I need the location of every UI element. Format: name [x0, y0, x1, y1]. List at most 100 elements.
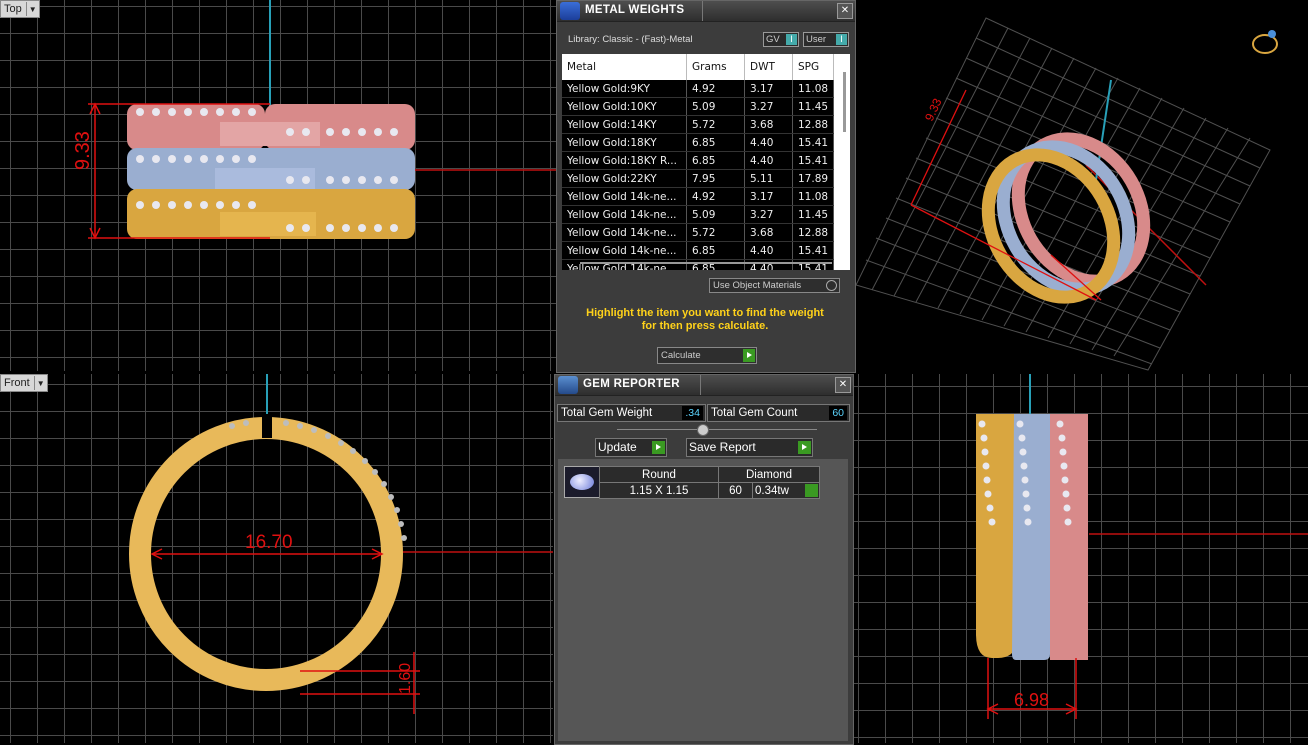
flask-icon: [560, 2, 580, 20]
metal-cell: Yellow Gold 14k-ne...: [562, 205, 687, 224]
table-row[interactable]: Yellow Gold:9KY 4.92 3.17 11.08: [562, 80, 834, 98]
close-icon[interactable]: ✕: [837, 3, 853, 19]
metal-cell: Yellow Gold:14KY: [562, 115, 687, 134]
calculate-hint: Highlight the item you want to find the …: [572, 307, 838, 333]
metal-cell: Yellow Gold 14k-ne...: [562, 223, 687, 242]
gem-type: Diamond: [718, 466, 820, 483]
gem-table[interactable]: Round Diamond 1.15 X 1.15 60 0.34tw: [599, 466, 820, 499]
metal-cell: Yellow Gold:18KY R...: [562, 151, 687, 170]
total-gem-weight-label: Total Gem Weight: [561, 407, 653, 419]
perspective-drawing: 9.33: [856, 17, 1278, 371]
splitter-handle[interactable]: [697, 424, 709, 436]
metal-weights-table[interactable]: Metal Grams DWT SPG Yellow Gold:9KY 4.92 3…: [562, 54, 850, 270]
spg-cell: 11.45: [792, 97, 834, 116]
horizontal-scrollbar[interactable]: [580, 262, 832, 264]
table-header-row: Metal Grams DWT SPG: [562, 54, 834, 80]
column-header-metal[interactable]: Metal: [562, 54, 687, 80]
dwt-cell: 3.68: [744, 115, 793, 134]
gv-toggle[interactable]: GV I: [763, 32, 799, 47]
gem-icon: [558, 376, 578, 394]
save-report-button-label: Save Report: [689, 440, 756, 454]
vertical-scrollbar[interactable]: [843, 72, 846, 132]
dwt-cell: 3.68: [744, 223, 793, 242]
column-header-grams[interactable]: Grams: [686, 54, 745, 80]
top-view-drawing: [88, 0, 556, 240]
metal-cell: Yellow Gold:9KY: [562, 80, 687, 98]
spg-cell: 15.41: [792, 133, 834, 152]
perspective-viewport[interactable]: 9.33: [856, 0, 1308, 371]
top-viewport[interactable]: 9.33 Top ▼: [0, 0, 556, 371]
round-gem-icon[interactable]: [564, 466, 600, 498]
splitter-divider[interactable]: [617, 429, 817, 430]
dwt-cell: 4.40: [744, 151, 793, 170]
gem-reporter-titlebar[interactable]: GEM REPORTER ✕: [555, 375, 853, 396]
gem-weight: 0.34tw: [755, 484, 789, 497]
play-icon: [743, 349, 755, 362]
table-row[interactable]: Yellow Gold 14k-ne... 4.92 3.17 11.08: [562, 187, 834, 206]
viewport-label-front[interactable]: Front ▼: [0, 374, 48, 392]
viewport-label-top[interactable]: Top ▼: [0, 0, 40, 18]
table-row[interactable]: Yellow Gold:14KY 5.72 3.68 12.88: [562, 115, 834, 134]
grams-cell: 5.09: [686, 205, 745, 224]
gem-reporter-panel[interactable]: GEM REPORTER ✕ Total Gem Weight .34 Tota…: [554, 374, 854, 745]
table-row[interactable]: Yellow Gold 14k-ne... 5.72 3.68 12.88: [562, 223, 834, 242]
dwt-cell: 3.17: [744, 80, 793, 98]
front-thickness-label: 1.60: [397, 662, 414, 694]
front-viewport[interactable]: 16.70 1.60 Front ▼: [0, 374, 553, 743]
metal-weights-panel[interactable]: METAL WEIGHTS ✕ Library: Classic - (Fast…: [556, 0, 856, 373]
gem-weight-cell: 0.34tw: [752, 482, 820, 499]
dwt-cell: 4.40: [744, 241, 793, 260]
metal-cell: Yellow Gold 14k-ne...: [562, 241, 687, 260]
hint-line-2: for then press calculate.: [641, 320, 769, 332]
gem-list-area[interactable]: [558, 459, 848, 741]
grams-cell: 4.92: [686, 80, 745, 98]
table-row[interactable]: Yellow Gold:22KY 7.95 5.11 17.89: [562, 169, 834, 188]
column-header-dwt[interactable]: DWT: [744, 54, 793, 80]
table-row[interactable]: Yellow Gold:18KY 6.85 4.40 15.41: [562, 133, 834, 152]
top-dimension-label: 9.33: [72, 131, 94, 170]
calculate-button[interactable]: Calculate: [657, 347, 757, 364]
total-gem-count-value: 60: [829, 406, 847, 420]
spg-cell: 11.45: [792, 205, 834, 224]
hint-line-1: Highlight the item you want to find the …: [586, 307, 824, 319]
spg-cell: 15.41: [792, 241, 834, 260]
play-icon: [798, 441, 811, 454]
grams-cell: 4.92: [686, 187, 745, 206]
grams-cell: 5.09: [686, 97, 745, 116]
play-icon[interactable]: [805, 484, 818, 497]
close-icon[interactable]: ✕: [835, 377, 851, 393]
metal-weights-titlebar[interactable]: METAL WEIGHTS ✕: [557, 1, 855, 22]
table-row[interactable]: Yellow Gold 14k-ne... 6.85 4.40 15.41: [562, 241, 834, 260]
grams-cell: 6.85: [686, 241, 745, 260]
chevron-down-icon[interactable]: ▼: [25, 2, 39, 16]
front-diameter-label: 16.70: [245, 532, 293, 553]
gem-size: 1.15 X 1.15: [599, 482, 719, 499]
update-button[interactable]: Update: [595, 438, 667, 457]
gem-header-row: Round Diamond: [599, 466, 820, 483]
table-row[interactable]: Yellow Gold 14k-ne... 5.09 3.27 11.45: [562, 205, 834, 224]
column-header-spg[interactable]: SPG: [792, 54, 834, 80]
spg-cell: 12.88: [792, 223, 834, 242]
use-object-materials-label: Use Object Materials: [713, 280, 802, 291]
spg-cell: 12.88: [792, 115, 834, 134]
spg-cell: 11.08: [792, 80, 834, 98]
save-report-button[interactable]: Save Report: [686, 438, 813, 457]
table-row[interactable]: Yellow Gold:18KY R... 6.85 4.40 15.41: [562, 151, 834, 170]
spg-cell: 11.08: [792, 187, 834, 206]
gem-shape: Round: [599, 466, 719, 483]
side-viewport[interactable]: 6.98: [854, 374, 1308, 743]
dwt-cell: 3.17: [744, 187, 793, 206]
viewport-label-front-text: Front: [4, 377, 30, 389]
use-object-materials-toggle[interactable]: Use Object Materials: [709, 278, 840, 293]
total-gem-count-field: Total Gem Count 60: [707, 404, 850, 422]
calculate-button-label: Calculate: [661, 350, 701, 361]
total-gem-weight-field: Total Gem Weight .34: [557, 404, 706, 422]
metal-weights-title: METAL WEIGHTS: [585, 4, 685, 16]
user-toggle[interactable]: User I: [803, 32, 849, 47]
metal-cell: Yellow Gold 14k-ne...: [562, 187, 687, 206]
chevron-down-icon[interactable]: ▼: [33, 376, 47, 390]
gem-reporter-title: GEM REPORTER: [583, 378, 680, 390]
table-row[interactable]: Yellow Gold:10KY 5.09 3.27 11.45: [562, 97, 834, 116]
dwt-cell: 3.27: [744, 97, 793, 116]
spg-cell: 15.41: [792, 151, 834, 170]
